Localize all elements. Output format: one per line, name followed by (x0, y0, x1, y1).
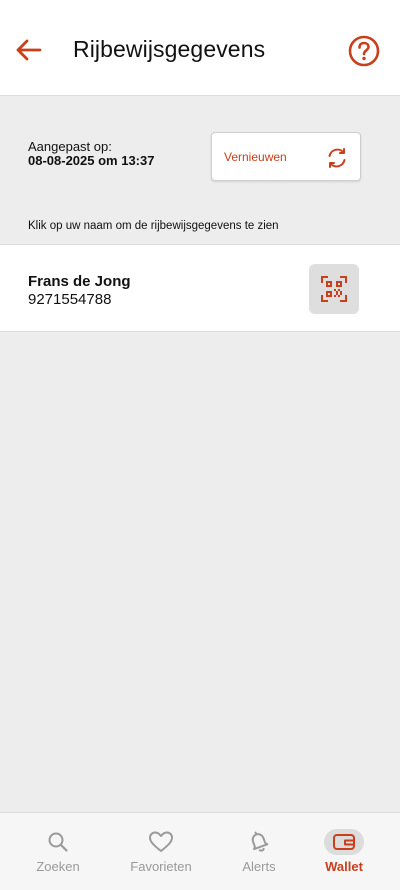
heart-icon (149, 831, 173, 852)
nav-label-alerts: Alerts (242, 859, 276, 874)
updated-label: Aangepast op: (28, 139, 112, 154)
nav-item-zoeken[interactable]: Zoeken (13, 813, 103, 890)
refresh-button[interactable]: Vernieuwen (211, 132, 361, 181)
search-icon (48, 832, 68, 852)
help-button[interactable] (347, 34, 381, 68)
nav-item-alerts[interactable]: Alerts (214, 813, 304, 890)
instruction-text: Klik op uw naam om de rijbewijsgegevens … (28, 220, 279, 232)
back-button[interactable] (12, 34, 44, 66)
qr-code-icon (321, 276, 347, 302)
refresh-icon (328, 148, 346, 168)
bell-icon (251, 831, 269, 852)
license-number: 9271554788 (28, 291, 112, 308)
nav-label-zoeken: Zoeken (36, 859, 80, 874)
bottom-navigation: Zoeken Favorieten Alerts Wallet (0, 812, 400, 890)
license-holder-name[interactable]: Frans de Jong (28, 273, 131, 290)
page-title: Rijbewijsgegevens (73, 36, 266, 62)
nav-label-wallet: Wallet (325, 859, 363, 874)
app-header: Rijbewijsgegevens (0, 0, 400, 96)
nav-icon-wrapper (239, 829, 279, 855)
question-circle-icon (348, 35, 380, 67)
nav-item-favorieten[interactable]: Favorieten (116, 813, 206, 890)
wallet-icon (333, 834, 355, 850)
updated-timestamp: 08-08-2025 om 13:37 (28, 153, 155, 168)
nav-icon-wrapper (324, 829, 364, 855)
license-row[interactable]: Frans de Jong 9271554788 (0, 244, 400, 332)
qr-code-button[interactable] (309, 264, 359, 314)
nav-icon-wrapper (141, 829, 181, 855)
refresh-button-label: Vernieuwen (224, 150, 287, 164)
nav-label-favorieten: Favorieten (130, 859, 192, 874)
nav-item-wallet[interactable]: Wallet (299, 813, 389, 890)
arrow-left-icon (16, 39, 42, 61)
nav-icon-wrapper (38, 829, 78, 855)
